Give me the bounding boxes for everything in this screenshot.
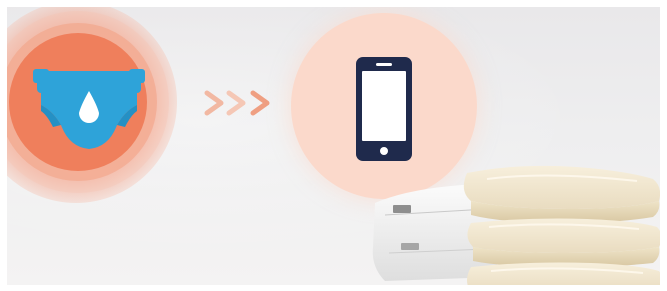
smartphone-icon — [356, 57, 412, 161]
video-frame — [7, 7, 660, 285]
folded-pads-stack — [372, 165, 660, 285]
diaper-drop-icon — [33, 69, 145, 149]
triple-chevron-right-icon — [204, 90, 270, 116]
